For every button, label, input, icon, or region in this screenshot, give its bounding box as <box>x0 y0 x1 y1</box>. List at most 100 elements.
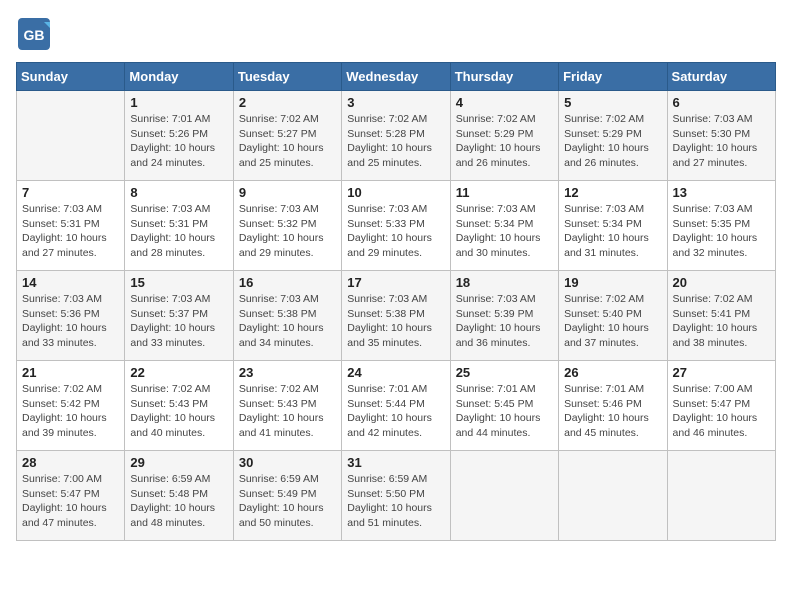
calendar-cell: 20 Sunrise: 7:02 AMSunset: 5:41 PMDayligh… <box>667 271 775 361</box>
day-number: 17 <box>347 275 444 290</box>
cell-info: Sunrise: 6:59 AMSunset: 5:48 PMDaylight:… <box>130 473 215 529</box>
cell-info: Sunrise: 7:03 AMSunset: 5:34 PMDaylight:… <box>564 203 649 259</box>
cell-info: Sunrise: 7:03 AMSunset: 5:39 PMDaylight:… <box>456 293 541 349</box>
day-number: 21 <box>22 365 119 380</box>
calendar-cell: 15 Sunrise: 7:03 AMSunset: 5:37 PMDayligh… <box>125 271 233 361</box>
calendar-cell: 11 Sunrise: 7:03 AMSunset: 5:34 PMDayligh… <box>450 181 558 271</box>
calendar-cell: 2 Sunrise: 7:02 AMSunset: 5:27 PMDaylight… <box>233 91 341 181</box>
calendar-cell: 31Sunrise: 6:59 AMSunset: 5:50 PMDayligh… <box>342 451 450 541</box>
day-of-week-header: Wednesday <box>342 63 450 91</box>
day-number: 5 <box>564 95 661 110</box>
day-number: 29 <box>130 455 227 470</box>
day-number: 24 <box>347 365 444 380</box>
logo-icon: GB <box>16 16 52 52</box>
day-number: 16 <box>239 275 336 290</box>
cell-info: Sunrise: 7:02 AMSunset: 5:43 PMDaylight:… <box>130 383 215 439</box>
calendar-header-row: SundayMondayTuesdayWednesdayThursdayFrid… <box>17 63 776 91</box>
day-number: 10 <box>347 185 444 200</box>
day-of-week-header: Monday <box>125 63 233 91</box>
day-number: 12 <box>564 185 661 200</box>
day-number: 9 <box>239 185 336 200</box>
calendar-cell: 23 Sunrise: 7:02 AMSunset: 5:43 PMDayligh… <box>233 361 341 451</box>
cell-info: Sunrise: 7:02 AMSunset: 5:43 PMDaylight:… <box>239 383 324 439</box>
day-number: 15 <box>130 275 227 290</box>
day-number: 22 <box>130 365 227 380</box>
calendar-cell: 18Sunrise: 7:03 AMSunset: 5:39 PMDayligh… <box>450 271 558 361</box>
cell-info: Sunrise: 7:02 AMSunset: 5:27 PMDaylight:… <box>239 113 324 169</box>
calendar-cell: 9 Sunrise: 7:03 AMSunset: 5:32 PMDaylight… <box>233 181 341 271</box>
page-header: GB <box>16 16 776 52</box>
day-number: 30 <box>239 455 336 470</box>
calendar-cell: 4 Sunrise: 7:02 AMSunset: 5:29 PMDaylight… <box>450 91 558 181</box>
cell-info: Sunrise: 7:03 AMSunset: 5:38 PMDaylight:… <box>347 293 432 349</box>
cell-info: Sunrise: 7:01 AMSunset: 5:44 PMDaylight:… <box>347 383 432 439</box>
cell-info: Sunrise: 7:03 AMSunset: 5:30 PMDaylight:… <box>673 113 758 169</box>
calendar-cell: 3 Sunrise: 7:02 AMSunset: 5:28 PMDaylight… <box>342 91 450 181</box>
calendar-cell: 30 Sunrise: 6:59 AMSunset: 5:49 PMDayligh… <box>233 451 341 541</box>
day-number: 28 <box>22 455 119 470</box>
cell-info: Sunrise: 7:03 AMSunset: 5:31 PMDaylight:… <box>22 203 107 259</box>
svg-text:GB: GB <box>24 27 45 43</box>
day-number: 19 <box>564 275 661 290</box>
calendar-cell: 19 Sunrise: 7:02 AMSunset: 5:40 PMDayligh… <box>559 271 667 361</box>
day-number: 20 <box>673 275 770 290</box>
calendar-table: SundayMondayTuesdayWednesdayThursdayFrid… <box>16 62 776 541</box>
calendar-cell: 25Sunrise: 7:01 AMSunset: 5:45 PMDayligh… <box>450 361 558 451</box>
cell-info: Sunrise: 7:03 AMSunset: 5:34 PMDaylight:… <box>456 203 541 259</box>
day-number: 14 <box>22 275 119 290</box>
cell-info: Sunrise: 7:02 AMSunset: 5:29 PMDaylight:… <box>564 113 649 169</box>
cell-info: Sunrise: 7:03 AMSunset: 5:35 PMDaylight:… <box>673 203 758 259</box>
calendar-cell <box>450 451 558 541</box>
cell-info: Sunrise: 7:00 AMSunset: 5:47 PMDaylight:… <box>22 473 107 529</box>
cell-info: Sunrise: 7:03 AMSunset: 5:37 PMDaylight:… <box>130 293 215 349</box>
cell-info: Sunrise: 7:03 AMSunset: 5:33 PMDaylight:… <box>347 203 432 259</box>
day-of-week-header: Sunday <box>17 63 125 91</box>
day-number: 23 <box>239 365 336 380</box>
cell-info: Sunrise: 7:03 AMSunset: 5:31 PMDaylight:… <box>130 203 215 259</box>
calendar-cell: 14 Sunrise: 7:03 AMSunset: 5:36 PMDayligh… <box>17 271 125 361</box>
calendar-cell: 16 Sunrise: 7:03 AMSunset: 5:38 PMDayligh… <box>233 271 341 361</box>
cell-info: Sunrise: 7:01 AMSunset: 5:26 PMDaylight:… <box>130 113 215 169</box>
cell-info: Sunrise: 7:02 AMSunset: 5:28 PMDaylight:… <box>347 113 432 169</box>
calendar-cell: 21 Sunrise: 7:02 AMSunset: 5:42 PMDayligh… <box>17 361 125 451</box>
cell-info: Sunrise: 7:03 AMSunset: 5:36 PMDaylight:… <box>22 293 107 349</box>
day-number: 7 <box>22 185 119 200</box>
cell-info: Sunrise: 7:02 AMSunset: 5:42 PMDaylight:… <box>22 383 107 439</box>
cell-info: Sunrise: 7:03 AMSunset: 5:32 PMDaylight:… <box>239 203 324 259</box>
calendar-cell: 13Sunrise: 7:03 AMSunset: 5:35 PMDayligh… <box>667 181 775 271</box>
day-number: 27 <box>673 365 770 380</box>
day-number: 2 <box>239 95 336 110</box>
calendar-cell: 26Sunrise: 7:01 AMSunset: 5:46 PMDayligh… <box>559 361 667 451</box>
day-number: 11 <box>456 185 553 200</box>
day-of-week-header: Tuesday <box>233 63 341 91</box>
day-number: 1 <box>130 95 227 110</box>
calendar-cell: 28 Sunrise: 7:00 AMSunset: 5:47 PMDayligh… <box>17 451 125 541</box>
day-number: 6 <box>673 95 770 110</box>
calendar-cell: 17 Sunrise: 7:03 AMSunset: 5:38 PMDayligh… <box>342 271 450 361</box>
calendar-cell <box>559 451 667 541</box>
calendar-cell: 5 Sunrise: 7:02 AMSunset: 5:29 PMDaylight… <box>559 91 667 181</box>
cell-info: Sunrise: 7:02 AMSunset: 5:41 PMDaylight:… <box>673 293 758 349</box>
calendar-cell: 12 Sunrise: 7:03 AMSunset: 5:34 PMDayligh… <box>559 181 667 271</box>
calendar-week-row: 7 Sunrise: 7:03 AMSunset: 5:31 PMDaylight… <box>17 181 776 271</box>
calendar-cell: 29 Sunrise: 6:59 AMSunset: 5:48 PMDayligh… <box>125 451 233 541</box>
calendar-cell: 1 Sunrise: 7:01 AMSunset: 5:26 PMDaylight… <box>125 91 233 181</box>
day-number: 3 <box>347 95 444 110</box>
calendar-week-row: 1 Sunrise: 7:01 AMSunset: 5:26 PMDaylight… <box>17 91 776 181</box>
cell-info: Sunrise: 6:59 AMSunset: 5:50 PMDaylight:… <box>347 473 432 529</box>
cell-info: Sunrise: 7:01 AMSunset: 5:46 PMDaylight:… <box>564 383 649 439</box>
cell-info: Sunrise: 7:03 AMSunset: 5:38 PMDaylight:… <box>239 293 324 349</box>
cell-info: Sunrise: 7:02 AMSunset: 5:29 PMDaylight:… <box>456 113 541 169</box>
day-number: 4 <box>456 95 553 110</box>
cell-info: Sunrise: 6:59 AMSunset: 5:49 PMDaylight:… <box>239 473 324 529</box>
calendar-week-row: 21 Sunrise: 7:02 AMSunset: 5:42 PMDayligh… <box>17 361 776 451</box>
day-of-week-header: Saturday <box>667 63 775 91</box>
calendar-cell <box>17 91 125 181</box>
logo: GB <box>16 16 56 52</box>
cell-info: Sunrise: 7:00 AMSunset: 5:47 PMDaylight:… <box>673 383 758 439</box>
cell-info: Sunrise: 7:02 AMSunset: 5:40 PMDaylight:… <box>564 293 649 349</box>
calendar-cell: 22 Sunrise: 7:02 AMSunset: 5:43 PMDayligh… <box>125 361 233 451</box>
calendar-cell: 10 Sunrise: 7:03 AMSunset: 5:33 PMDayligh… <box>342 181 450 271</box>
calendar-cell: 24 Sunrise: 7:01 AMSunset: 5:44 PMDayligh… <box>342 361 450 451</box>
day-number: 8 <box>130 185 227 200</box>
